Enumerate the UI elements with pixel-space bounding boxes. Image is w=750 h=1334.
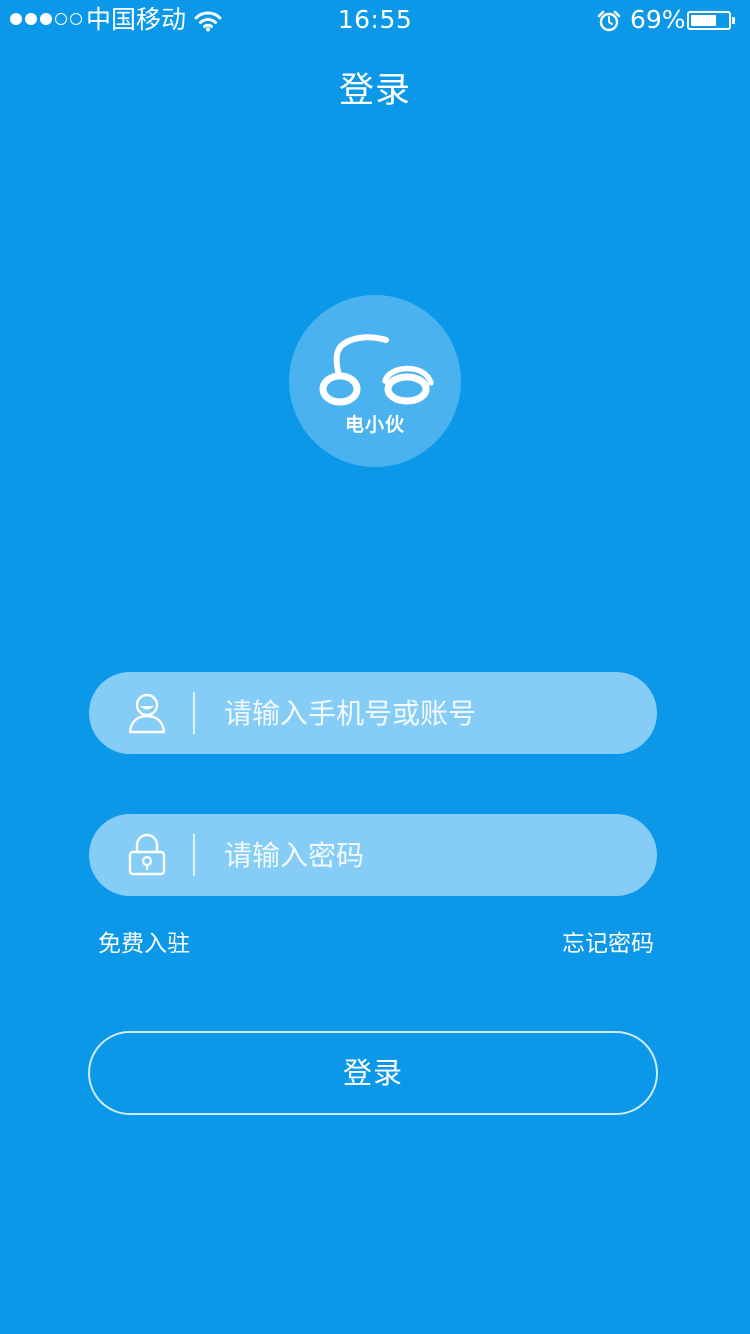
password-input[interactable] — [224, 814, 624, 896]
forgot-password-link[interactable]: 忘记密码 — [562, 928, 654, 960]
battery-fill — [691, 15, 716, 26]
password-field[interactable] — [89, 814, 657, 896]
alarm-icon — [597, 9, 621, 38]
field-divider — [193, 834, 195, 876]
username-field[interactable] — [89, 672, 657, 754]
battery-tip — [732, 17, 735, 24]
status-bar: 中国移动 16:55 69% — [0, 0, 750, 40]
login-button[interactable]: 登录 — [88, 1031, 658, 1115]
user-icon — [127, 691, 167, 735]
battery-percentage: 69% — [630, 5, 686, 34]
scooter-logo-icon — [319, 334, 434, 406]
battery-icon — [687, 11, 731, 30]
app-logo: 电小伙 — [289, 295, 461, 467]
field-divider — [193, 692, 195, 734]
lock-icon — [127, 833, 167, 877]
logo-text: 电小伙 — [344, 414, 405, 436]
login-screen: 中国移动 16:55 69% 登录 电小伙 请输入手机号或账号 免费入驻 忘记密… — [0, 0, 750, 1334]
register-link[interactable]: 免费入驻 — [98, 928, 190, 960]
page-title: 登录 — [338, 71, 411, 111]
username-input[interactable] — [224, 672, 624, 754]
